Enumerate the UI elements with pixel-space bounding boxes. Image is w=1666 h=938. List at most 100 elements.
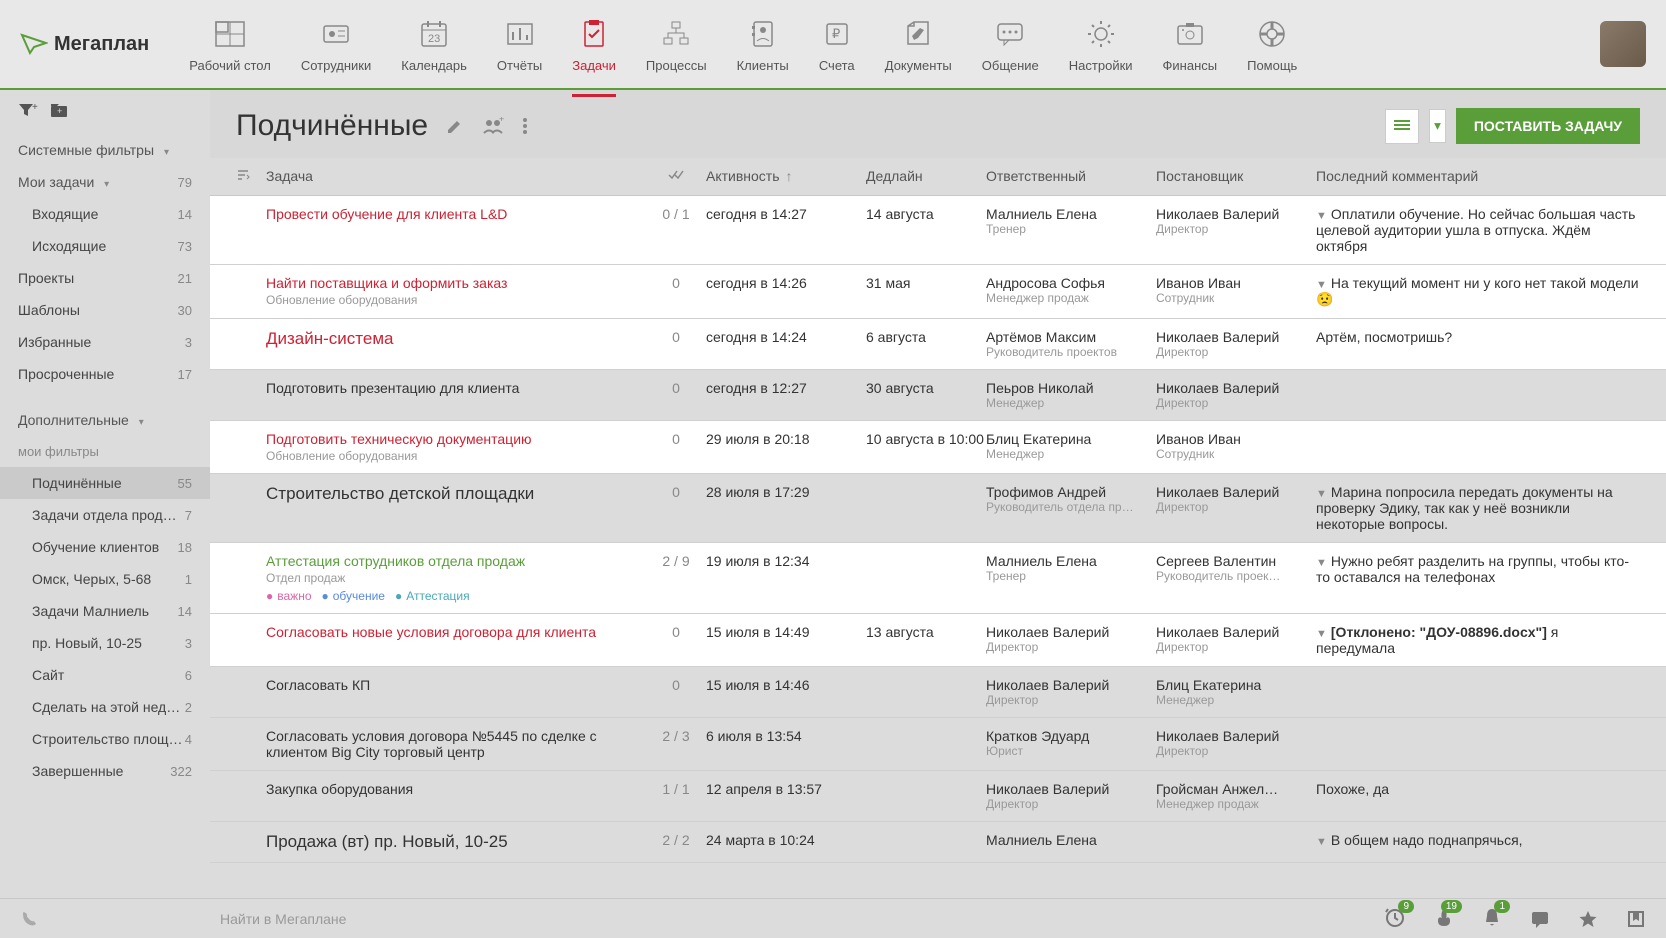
activity-cell: 15 июля в 14:49	[706, 624, 866, 640]
task-title: Закупка оборудования	[266, 781, 646, 797]
expand-arrow-icon[interactable]: ▼	[1316, 488, 1327, 500]
nav-Отчёты[interactable]: Отчёты	[497, 16, 542, 73]
global-search[interactable]: Найти в Мегаплане	[40, 911, 1384, 927]
table-row[interactable]: Подготовить техническую документациюОбно…	[210, 421, 1666, 474]
sidebar-count: 3	[185, 636, 192, 651]
sidebar-item[interactable]: Завершенные322	[0, 755, 210, 787]
share-users-icon[interactable]: +	[482, 117, 504, 135]
sidebar-item[interactable]: Избранные3	[0, 326, 210, 358]
activity-cell: 12 апреля в 13:57	[706, 781, 866, 797]
sidebar-item[interactable]: Системные фильтры ▾	[0, 134, 210, 166]
checks-icon[interactable]	[668, 169, 684, 181]
col-activity[interactable]: Активность↑	[706, 168, 866, 185]
nav-icon	[502, 16, 538, 52]
col-task[interactable]: Задача	[266, 168, 646, 185]
col-comment[interactable]: Последний комментарий	[1316, 168, 1640, 185]
page-title: Подчинённые	[236, 109, 428, 143]
nav-Календарь[interactable]: 23Календарь	[401, 16, 467, 73]
logo[interactable]: Мегаплан	[20, 33, 149, 56]
sidebar-count: 79	[178, 175, 192, 190]
folder-add-icon[interactable]: +	[50, 102, 70, 120]
expand-arrow-icon[interactable]: ▼	[1316, 557, 1327, 569]
reminders-icon[interactable]: 9	[1384, 906, 1406, 931]
star-icon[interactable]	[1578, 909, 1598, 929]
nav-Рабочий стол[interactable]: Рабочий стол	[189, 16, 271, 73]
comment-text: Оплатили обучение. Но сейчас большая час…	[1316, 206, 1635, 254]
check-count: 0	[672, 380, 680, 396]
expand-arrow-icon[interactable]: ▼	[1316, 210, 1327, 222]
sidebar-item[interactable]: Мои задачи ▾79	[0, 166, 210, 198]
sidebar-item[interactable]: Просроченные17	[0, 358, 210, 390]
sidebar-item[interactable]: Обучение клиентов18	[0, 531, 210, 563]
sidebar-item[interactable]: пр. Новый, 10-253	[0, 627, 210, 659]
check-count: 1 / 1	[662, 781, 689, 797]
table-row[interactable]: Согласовать новые условия договора для к…	[210, 614, 1666, 667]
bookmark-icon[interactable]	[1626, 909, 1646, 929]
edit-icon[interactable]	[446, 117, 464, 135]
nav-Сотрудники[interactable]: Сотрудники	[301, 16, 371, 73]
col-setter[interactable]: Постановщик	[1156, 168, 1316, 185]
table-row[interactable]: Провести обучение для клиента L&D0 / 1се…	[210, 196, 1666, 265]
sidebar-item[interactable]: Шаблоны30	[0, 294, 210, 326]
responsible-name: Блиц Екатерина	[986, 431, 1156, 447]
expand-arrow-icon[interactable]: ▼	[1316, 279, 1327, 291]
hot-icon[interactable]: 19	[1434, 906, 1454, 931]
nav-Процессы[interactable]: Процессы	[646, 16, 707, 73]
nav-label: Общение	[982, 58, 1039, 73]
view-dropdown-button[interactable]: ▾	[1429, 109, 1446, 143]
activity-cell: сегодня в 14:24	[706, 329, 866, 345]
table-row[interactable]: Согласовать КП015 июля в 14:46Николаев В…	[210, 667, 1666, 718]
tag: Аттестация	[395, 589, 470, 603]
table-row[interactable]: Найти поставщика и оформить заказОбновле…	[210, 265, 1666, 319]
expand-arrow-icon[interactable]: ▼	[1316, 836, 1327, 848]
expand-arrow-icon[interactable]: ▼	[1316, 628, 1327, 640]
table-row[interactable]: Продажа (вт) пр. Новый, 10-252 / 224 мар…	[210, 822, 1666, 863]
nav-Общение[interactable]: Общение	[982, 16, 1039, 73]
table-row[interactable]: Дизайн-система0сегодня в 14:246 августаА…	[210, 319, 1666, 370]
sidebar-item[interactable]: Дополнительные ▾	[0, 404, 210, 436]
phone-icon[interactable]	[20, 909, 40, 929]
nav-Помощь[interactable]: Помощь	[1247, 16, 1297, 73]
nav-icon	[992, 16, 1028, 52]
sidebar-item[interactable]: Проекты21	[0, 262, 210, 294]
sidebar-item[interactable]: Сайт6	[0, 659, 210, 691]
svg-text:₽: ₽	[832, 26, 840, 41]
notifications-icon[interactable]: 1	[1482, 906, 1502, 931]
sidebar-item[interactable]: Сделать на этой нед…2	[0, 691, 210, 723]
setter-role: Менеджер продаж	[1156, 797, 1316, 811]
nav-Настройки[interactable]: Настройки	[1069, 16, 1133, 73]
table-row[interactable]: Закупка оборудования 1 / 1 12 апреля в 13:…	[210, 771, 1666, 822]
more-icon[interactable]	[522, 117, 528, 135]
nav-Счета[interactable]: ₽Счета	[819, 16, 855, 73]
task-title: Согласовать КП	[266, 677, 646, 693]
view-menu-button[interactable]	[1385, 109, 1419, 144]
nav-icon	[318, 16, 354, 52]
responsible-name: Малниель Елена	[986, 832, 1156, 848]
user-avatar[interactable]	[1600, 21, 1646, 67]
table-row[interactable]: Подготовить презентацию для клиента0сего…	[210, 370, 1666, 421]
filter-add-icon[interactable]: +	[18, 102, 38, 120]
nav-Документы[interactable]: Документы	[885, 16, 952, 73]
setter-role: Менеджер	[1156, 693, 1316, 707]
table-row[interactable]: Строительство детской площадки028 июля в…	[210, 474, 1666, 543]
nav-Клиенты[interactable]: Клиенты	[737, 16, 789, 73]
sidebar-item[interactable]: Омск, Черых, 5-681	[0, 563, 210, 595]
sidebar-item[interactable]: Исходящие73	[0, 230, 210, 262]
sidebar-item[interactable]: Строительство площ…4	[0, 723, 210, 755]
sidebar-label: Шаблоны	[18, 302, 80, 318]
table-row[interactable]: Аттестация сотрудников отдела продажОтде…	[210, 543, 1666, 614]
create-task-button[interactable]: ПОСТАВИТЬ ЗАДАЧУ	[1456, 108, 1640, 144]
nav-Задачи[interactable]: Задачи	[572, 16, 616, 73]
sort-indent-icon[interactable]	[236, 168, 250, 182]
sidebar-item[interactable]: Входящие14	[0, 198, 210, 230]
col-responsible[interactable]: Ответственный	[986, 168, 1156, 185]
responsible-role: Руководитель отдела пр…	[986, 500, 1156, 514]
col-deadline[interactable]: Дедлайн	[866, 168, 986, 185]
table-row[interactable]: Согласовать условия договора №5445 по сд…	[210, 718, 1666, 771]
nav-Финансы[interactable]: Финансы	[1163, 16, 1218, 73]
chat-icon[interactable]	[1530, 909, 1550, 929]
nav-label: Рабочий стол	[189, 58, 271, 73]
sidebar-item[interactable]: Задачи Малниель14	[0, 595, 210, 627]
sidebar-item[interactable]: Задачи отдела прод…7	[0, 499, 210, 531]
sidebar-item[interactable]: Подчинённые55	[0, 467, 210, 499]
